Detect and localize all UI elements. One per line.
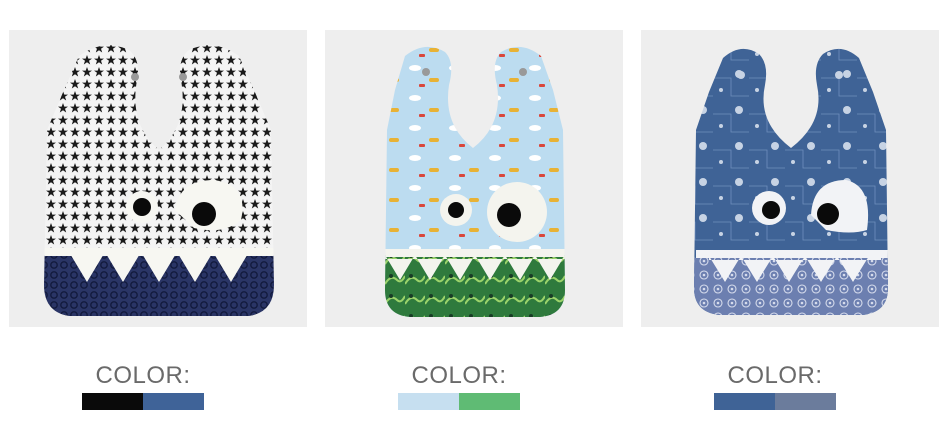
color-swatches-2 [398, 393, 520, 410]
bib-image-2 [385, 46, 565, 317]
color-swatches-1 [82, 393, 204, 410]
color-label-1: COLOR: [95, 362, 191, 389]
color-swatch-slate[interactable] [775, 393, 836, 410]
product-card-1[interactable] [9, 30, 307, 327]
color-swatch-blue[interactable] [143, 393, 204, 410]
color-swatch-green[interactable] [459, 393, 520, 410]
color-label-2: COLOR: [411, 362, 507, 389]
color-swatch-navy[interactable] [714, 393, 775, 410]
product-card-2[interactable] [325, 30, 623, 327]
color-swatch-black[interactable] [82, 393, 143, 410]
color-swatches-3 [714, 393, 836, 410]
product-card-3[interactable] [641, 30, 939, 327]
bib-image-1 [44, 45, 274, 316]
color-label-3: COLOR: [727, 362, 823, 389]
color-swatch-light-blue[interactable] [398, 393, 459, 410]
bib-image-3 [694, 48, 888, 315]
